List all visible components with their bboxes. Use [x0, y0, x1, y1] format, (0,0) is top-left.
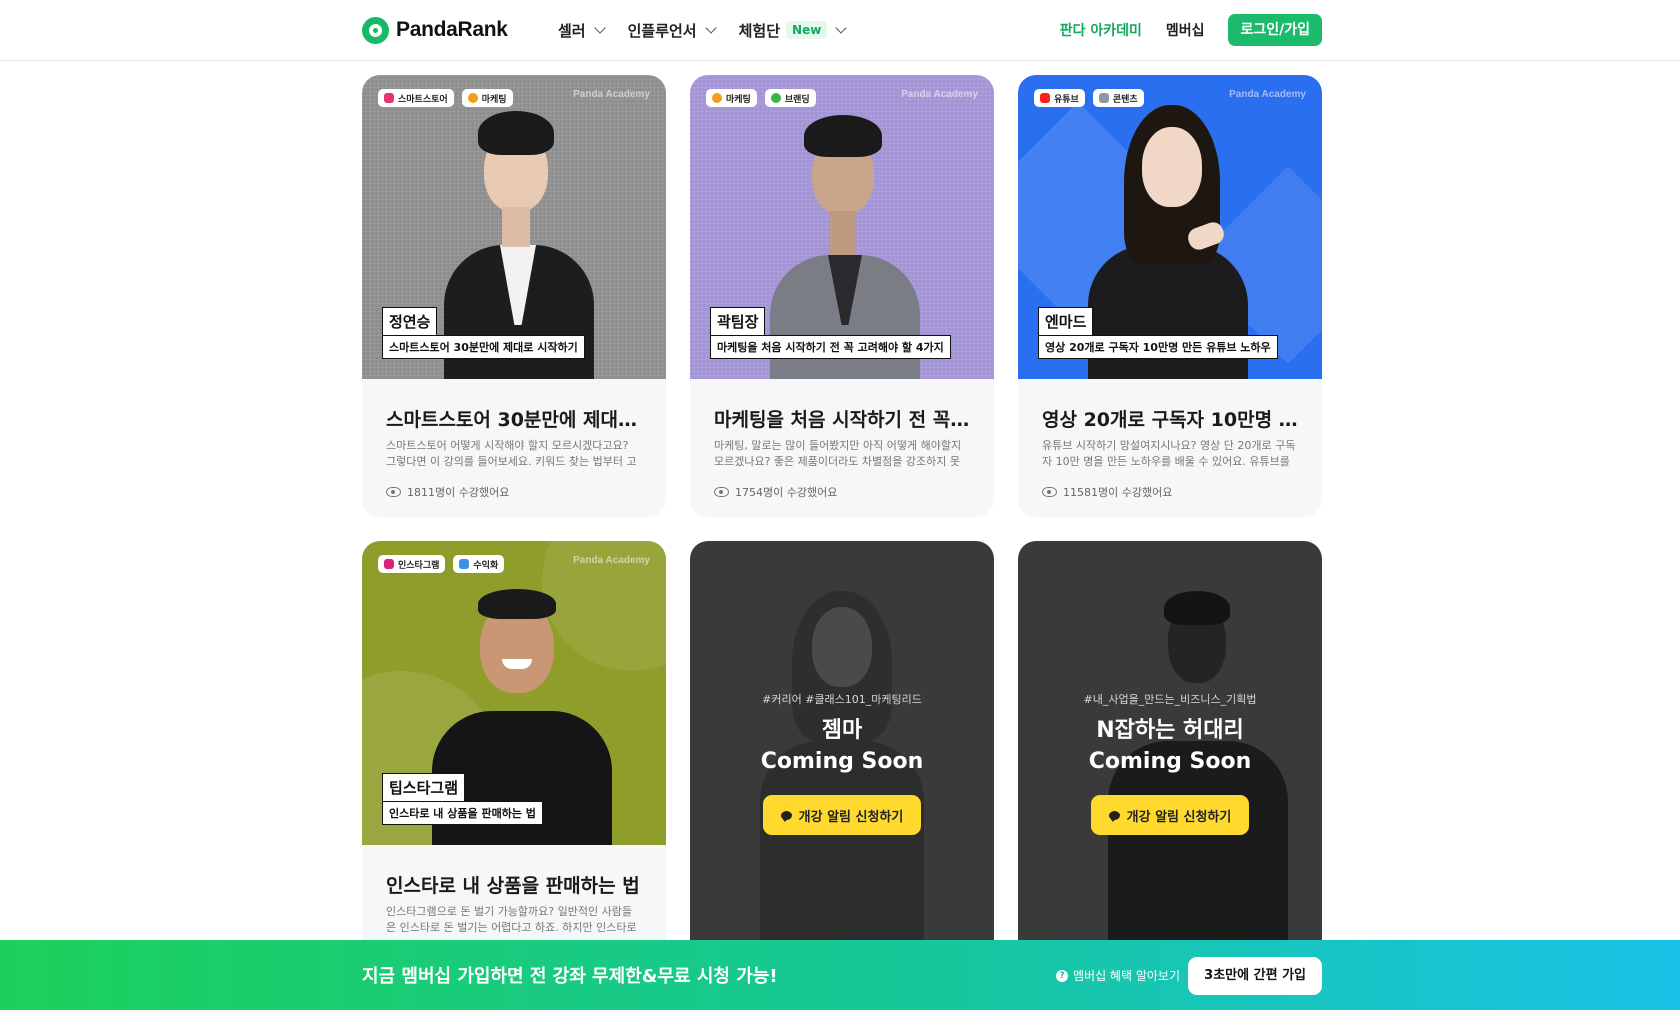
- tag: 유튜브: [1034, 89, 1085, 107]
- course-thumbnail: 스마트스토어 마케팅 Panda Academy 정연승 스마트스토어 30분만…: [362, 75, 666, 379]
- student-count: 1811명이 수강했어요: [386, 484, 642, 500]
- coming-soon-card: #내_사업을_만드는_비즈니스_기획법 N잡하는 허대리 Coming Soon…: [1018, 541, 1322, 961]
- pandarank-logo[interactable]: PandaRank: [362, 16, 508, 44]
- thumbnail-subtitle: 인스타로 내 상품을 판매하는 법: [382, 801, 543, 825]
- course-thumbnail: 마케팅 브랜딩 Panda Academy 곽팀장 마케팅을 처음 시작하기 전…: [690, 75, 994, 379]
- coming-soon-card: #커리어 #클래스101_마케팅리드 젬마 Coming Soon 개강 알림 …: [690, 541, 994, 961]
- nav-experience[interactable]: 체험단 New: [738, 20, 847, 41]
- instructor-name: 엔마드: [1038, 307, 1094, 336]
- eye-icon: [714, 487, 729, 497]
- thumbnail-subtitle: 스마트스토어 30분만에 제대로 시작하기: [382, 335, 585, 359]
- chat-bubble-icon: [780, 810, 792, 822]
- instagram-icon: [384, 559, 394, 569]
- course-card[interactable]: 유튜브 콘텐츠 Panda Academy 엔마드 영상 20개로 구독자 10…: [1018, 75, 1322, 517]
- login-button[interactable]: 로그인/가입: [1228, 14, 1322, 46]
- academy-link[interactable]: 판다 아카데미: [1060, 20, 1142, 40]
- tag: 수익화: [453, 555, 505, 573]
- logo-text: PandaRank: [396, 18, 508, 41]
- chevron-down-icon: [835, 22, 847, 34]
- course-tags: 마케팅 브랜딩: [706, 89, 816, 107]
- course-description: 마케팅, 말로는 많이 들어봤지만 아직 어떻게 해야할지 모르겠나요? 좋은 …: [714, 439, 962, 468]
- notify-button[interactable]: 개강 알림 신청하기: [762, 795, 922, 835]
- watermark: Panda Academy: [573, 89, 650, 100]
- panda-logo-icon: [362, 16, 389, 44]
- chevron-down-icon: [704, 22, 717, 34]
- trend-chart-icon: [459, 559, 470, 569]
- coming-soon-tags: #커리어 #클래스101_마케팅리드: [762, 693, 922, 706]
- tag: 콘텐츠: [1092, 89, 1144, 107]
- branding-icon: [770, 93, 781, 103]
- question-icon: ?: [1056, 969, 1068, 982]
- nav-experience-label: 체험단: [738, 21, 781, 40]
- course-description: 스마트스토어 어떻게 시작해야 할지 모르시겠다고요? 그렇다면 이 강의를 들…: [386, 439, 637, 468]
- student-count: 1754명이 수강했어요: [714, 484, 970, 500]
- thumbnail-subtitle: 영상 20개로 구독자 10만명 만든 유튜브 노하우: [1038, 335, 1278, 359]
- course-tags: 유튜브 콘텐츠: [1034, 89, 1144, 107]
- instructor-label: 팁스타그램 인스타로 내 상품을 판매하는 법: [382, 773, 543, 825]
- chat-bubble-icon: [1108, 810, 1120, 822]
- student-count: 11581명이 수강했어요: [1042, 484, 1298, 500]
- nav-seller-label: 셀러: [558, 21, 586, 40]
- instructor-label: 정연승 스마트스토어 30분만에 제대로 시작하기: [382, 307, 585, 359]
- course-description: 인스타그램으로 돈 벌기 가능할까요? 일반적인 사람들은 인스타로 돈 벌기는…: [386, 905, 637, 934]
- course-title: 마케팅을 처음 시작하기 전 꼭 고려해야 할 4가지: [714, 409, 970, 431]
- tag: 마케팅: [706, 89, 757, 107]
- instructor-name: 정연승: [382, 307, 438, 336]
- marketing-icon: [467, 93, 478, 103]
- coming-soon-label: Coming Soon: [760, 749, 924, 774]
- course-thumbnail: 유튜브 콘텐츠 Panda Academy 엔마드 영상 20개로 구독자 10…: [1018, 75, 1322, 379]
- tag: 스마트스토어: [378, 89, 454, 107]
- membership-benefits-link[interactable]: ? 멤버십 혜택 알아보기: [1056, 967, 1180, 984]
- watermark: Panda Academy: [573, 555, 650, 566]
- nav-seller[interactable]: 셀러: [558, 20, 606, 41]
- marketing-icon: [712, 93, 722, 103]
- notify-button[interactable]: 개강 알림 신청하기: [1090, 795, 1250, 835]
- top-header: PandaRank 셀러 인플루언서 체험단 New 판다 아카데미 멤버십 로…: [0, 0, 1680, 61]
- instructor-label: 곽팀장 마케팅을 처음 시작하기 전 꼭 고려해야 할 4가지: [710, 307, 951, 359]
- tag: 브랜딩: [764, 89, 816, 107]
- main-nav: 셀러 인플루언서 체험단 New: [558, 0, 847, 60]
- instructor-name: 팁스타그램: [382, 773, 466, 802]
- course-tags: 스마트스토어 마케팅: [378, 89, 513, 107]
- coming-soon-label: Coming Soon: [1088, 749, 1252, 774]
- new-badge: New: [786, 21, 828, 39]
- thumbnail-subtitle: 마케팅을 처음 시작하기 전 꼭 고려해야 할 4가지: [710, 335, 951, 359]
- quick-signup-button[interactable]: 3초만에 간편 가입: [1188, 957, 1322, 995]
- instructor-name: N잡하는 허대리: [1096, 718, 1244, 743]
- instructor-label: 엔마드 영상 20개로 구독자 10만명 만든 유튜브 노하우: [1038, 307, 1278, 359]
- youtube-icon: [1040, 93, 1050, 103]
- eye-icon: [1042, 487, 1057, 497]
- chevron-down-icon: [593, 22, 606, 34]
- banner-text: 지금 멤버십 가입하면 전 강좌 무제한&무료 시청 가능!: [362, 966, 778, 987]
- membership-banner: 지금 멤버십 가입하면 전 강좌 무제한&무료 시청 가능! ? 멤버십 혜택 …: [0, 940, 1680, 1010]
- instructor-name: 곽팀장: [710, 307, 766, 336]
- course-title: 스마트스토어 30분만에 제대로 시작하기: [386, 409, 642, 431]
- course-title: 영상 20개로 구독자 10만명 만든 유튜브 노하우: [1042, 409, 1298, 431]
- course-thumbnail: 인스타그램 수익화 Panda Academy 팁스타그램 인스타로 내 상품을…: [362, 541, 666, 845]
- content-icon: [1098, 93, 1109, 103]
- course-card[interactable]: 인스타그램 수익화 Panda Academy 팁스타그램 인스타로 내 상품을…: [362, 541, 666, 961]
- coming-soon-tags: #내_사업을_만드는_비즈니스_기획법: [1083, 693, 1257, 706]
- header-actions: 판다 아카데미 멤버십 로그인/가입: [1060, 14, 1322, 46]
- instructor-name: 젬마: [821, 718, 863, 743]
- course-description: 유튜브 시작하기 망설여지시나요? 영상 단 20개로 구독자 10만 명을 만…: [1042, 439, 1296, 468]
- tag: 마케팅: [461, 89, 513, 107]
- store-icon: [384, 93, 394, 103]
- course-title: 인스타로 내 상품을 판매하는 법: [386, 875, 640, 897]
- eye-icon: [386, 487, 401, 497]
- nav-influencer-label: 인플루언서: [627, 21, 697, 40]
- course-card[interactable]: 스마트스토어 마케팅 Panda Academy 정연승 스마트스토어 30분만…: [362, 75, 666, 517]
- membership-link[interactable]: 멤버십: [1166, 20, 1205, 40]
- nav-influencer[interactable]: 인플루언서: [627, 20, 717, 41]
- course-tags: 인스타그램 수익화: [378, 555, 505, 573]
- watermark: Panda Academy: [901, 89, 978, 100]
- watermark: Panda Academy: [1229, 89, 1306, 100]
- course-card[interactable]: 마케팅 브랜딩 Panda Academy 곽팀장 마케팅을 처음 시작하기 전…: [690, 75, 994, 517]
- tag: 인스타그램: [378, 555, 446, 573]
